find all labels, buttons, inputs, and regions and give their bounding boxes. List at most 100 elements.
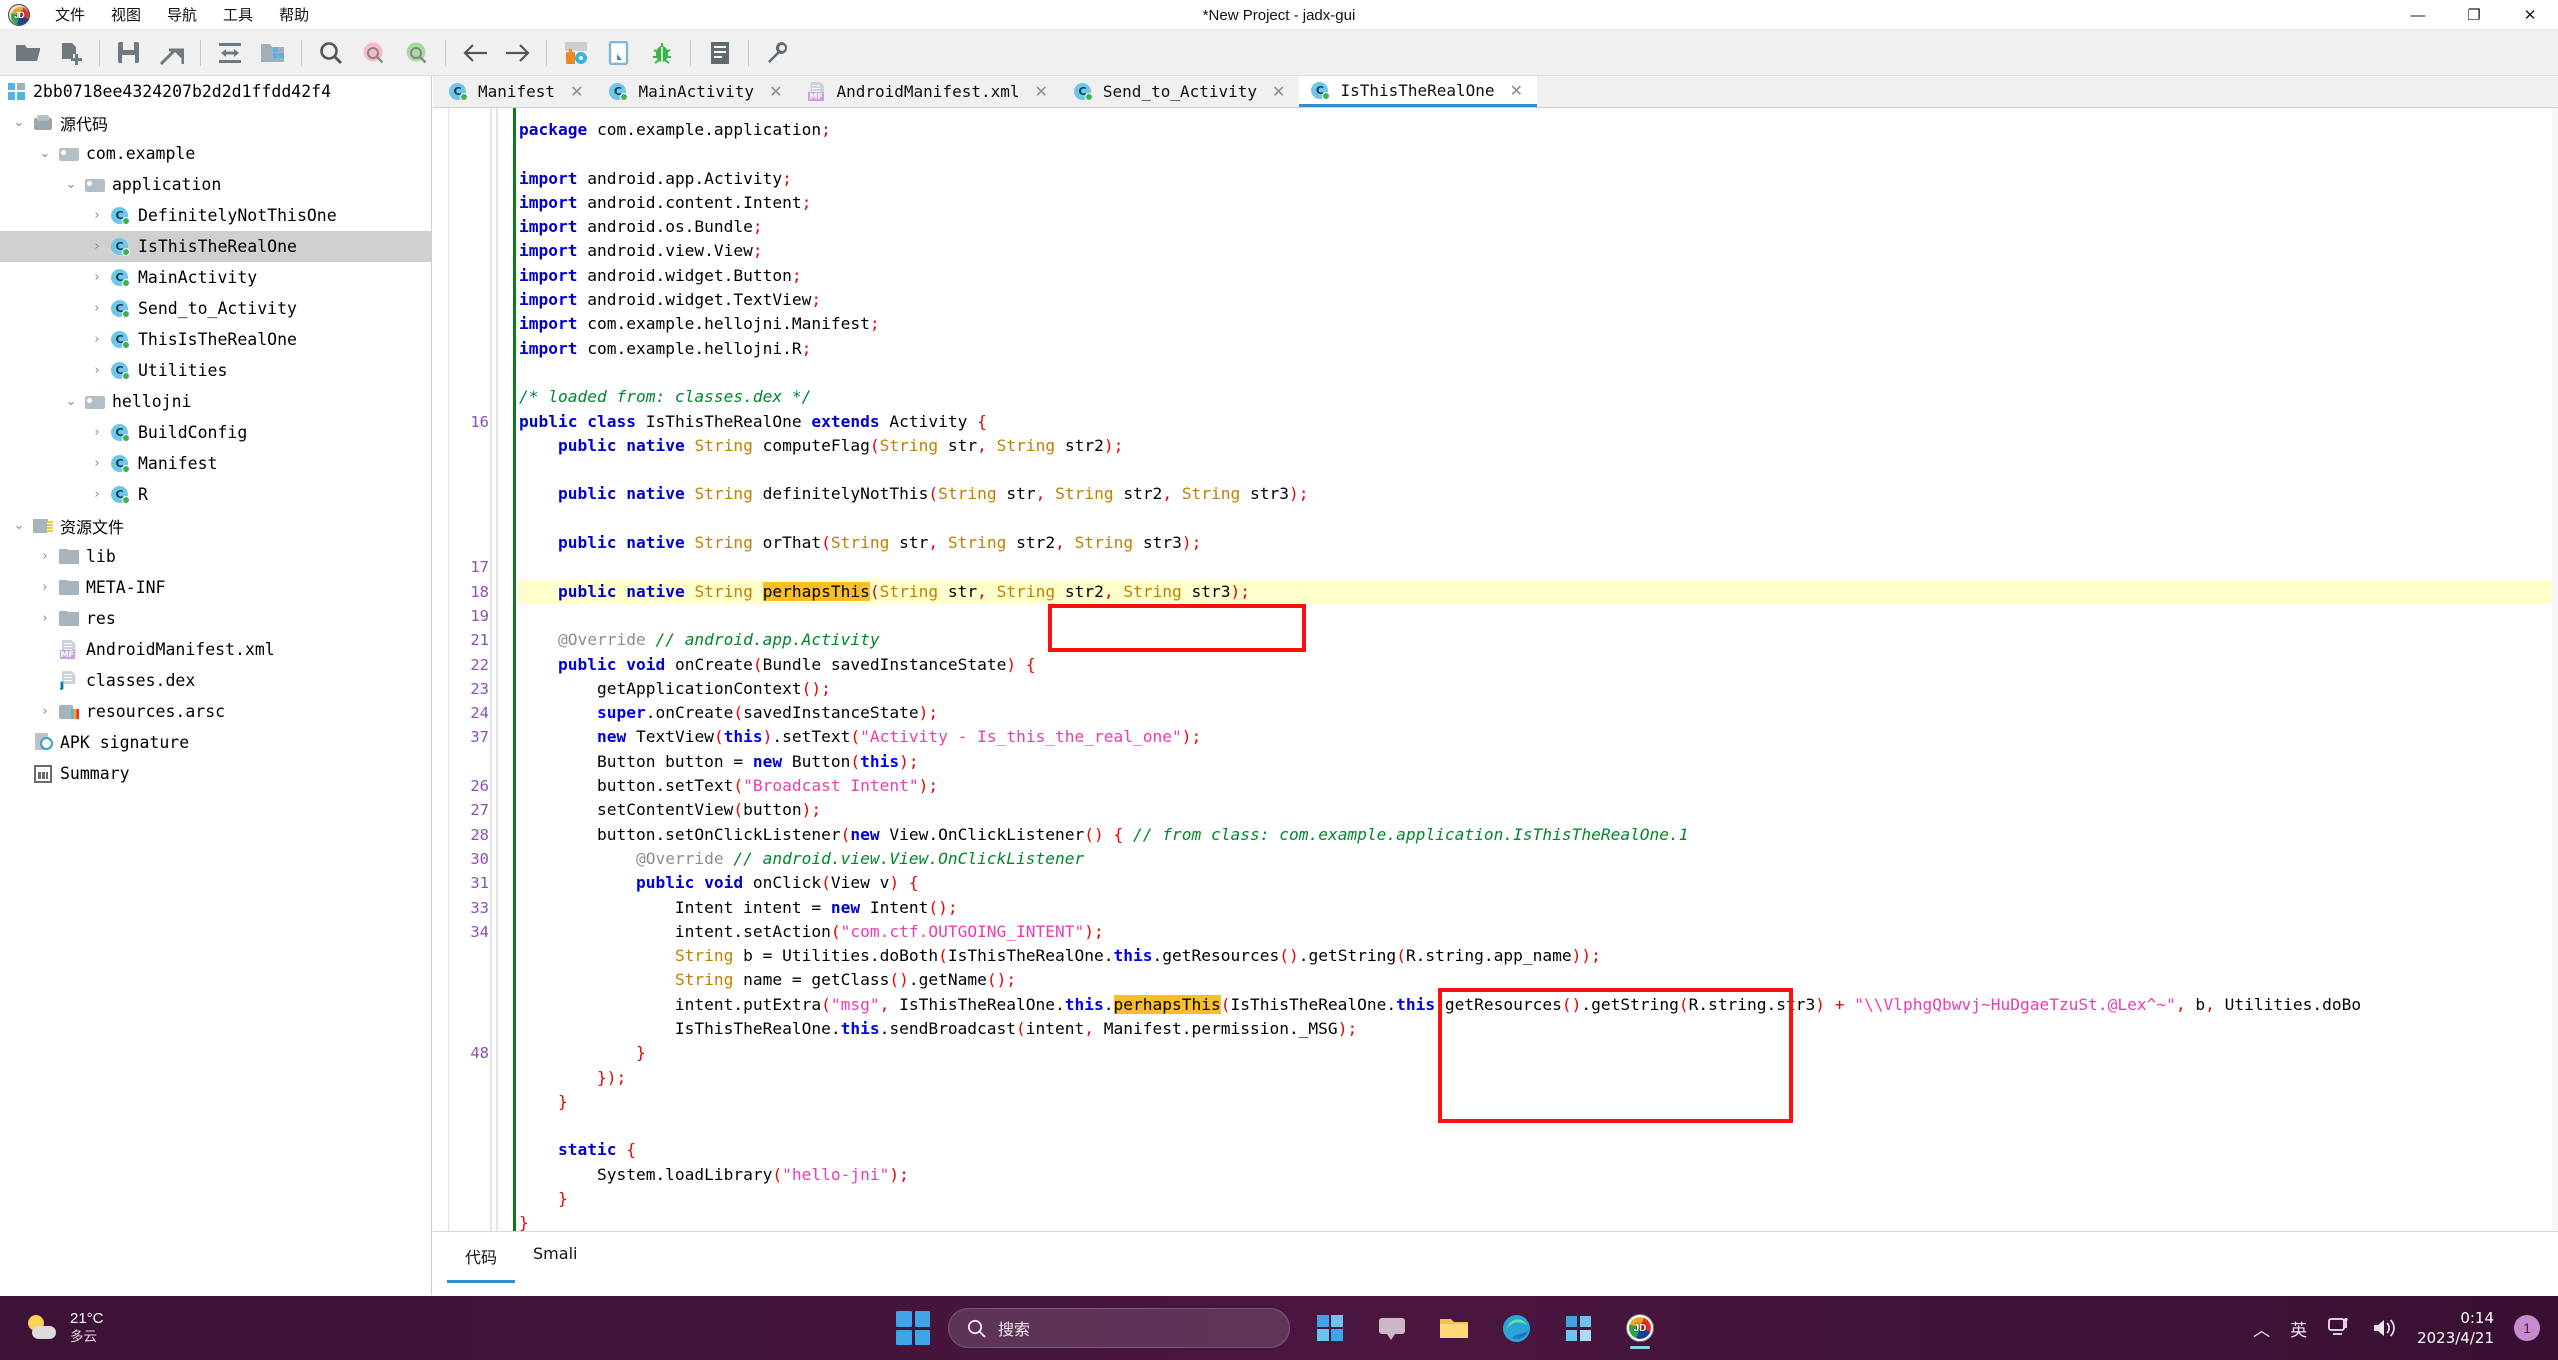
tree-item-resources-arsc[interactable]: › resources.arsc (0, 696, 431, 727)
chevron-down-icon[interactable]: ⌄ (34, 146, 56, 161)
chevron-down-icon[interactable]: ⌄ (60, 177, 82, 192)
windows-start-icon[interactable] (896, 1311, 930, 1345)
code-scroll-viewport[interactable]: package com.example.application; import … (519, 108, 2558, 1254)
taskbar-chat[interactable] (1370, 1306, 1414, 1350)
search-resources-green-icon[interactable] (399, 35, 434, 70)
taskbar-edge[interactable] (1494, 1306, 1538, 1350)
notification-badge[interactable]: 1 (2514, 1315, 2540, 1341)
chevron-right-icon[interactable]: › (86, 208, 108, 223)
tree-item-r[interactable]: › C R (0, 479, 431, 510)
chevron-right-icon[interactable]: › (34, 549, 56, 564)
menu-view[interactable]: 视图 (98, 1, 154, 28)
add-files-icon[interactable] (53, 35, 88, 70)
tree-item-mainactivity[interactable]: › C MainActivity (0, 262, 431, 293)
taskbar-clock[interactable]: 0:14 2023/4/21 (2417, 1308, 2494, 1348)
taskbar-jadx[interactable]: JD (1618, 1306, 1662, 1350)
chevron-right-icon[interactable]: › (86, 425, 108, 440)
tab-smali[interactable]: Smali (515, 1232, 595, 1275)
deobfuscation-icon[interactable] (558, 35, 593, 70)
open-folder-icon[interactable] (10, 35, 45, 70)
preferences-wrench-icon[interactable] (760, 35, 795, 70)
chevron-right-icon[interactable]: › (86, 363, 108, 378)
tree-item-com-example[interactable]: ⌄ com.example (0, 138, 431, 169)
tree-item-utilities[interactable]: › C Utilities (0, 355, 431, 386)
taskbar-widgets[interactable] (1308, 1306, 1352, 1350)
tree-item-hellojni[interactable]: ⌄ hellojni (0, 386, 431, 417)
chevron-right-icon[interactable]: › (34, 611, 56, 626)
taskbar-weather-widget[interactable]: 21°C 多云 (24, 1309, 104, 1347)
tree-item-application[interactable]: ⌄ application (0, 169, 431, 200)
chevron-right-icon[interactable]: › (86, 487, 108, 502)
tab-androidmanifest-xml[interactable]: MF AndroidManifest.xml ✕ (796, 76, 1062, 107)
chevron-right-icon[interactable]: › (86, 332, 108, 347)
taskbar-store[interactable] (1556, 1306, 1600, 1350)
sync-expand-icon[interactable] (212, 35, 247, 70)
chevron-up-icon[interactable]: ︿ (2253, 1316, 2270, 1341)
open-project-icon[interactable] (255, 35, 290, 70)
chevron-down-icon[interactable]: ⌄ (8, 115, 30, 130)
toolbar-divider (445, 39, 446, 66)
tab-manifest[interactable]: C Manifest ✕ (437, 76, 598, 107)
forward-arrow-icon[interactable] (500, 35, 535, 70)
code-editor[interactable]: 16 17 18 19 21 22 23 24 37 26 27 28 30 31 33 34 48 packa… (433, 108, 2558, 1254)
chevron-right-icon[interactable]: › (86, 456, 108, 471)
tab-send-to-activity[interactable]: C Send_to_Activity ✕ (1061, 76, 1300, 107)
chevron-down-icon[interactable]: ⌄ (60, 394, 82, 409)
tree-item-classes-dex[interactable]: Jclasses.dex (0, 665, 431, 696)
taskbar-search-box[interactable]: 搜索 (948, 1308, 1290, 1348)
debugger-bug-icon[interactable] (644, 35, 679, 70)
tree-item-androidmanifest-xml[interactable]: MF AndroidManifest.xml (0, 634, 431, 665)
close-icon[interactable]: ✕ (763, 82, 788, 101)
maximize-button[interactable]: ❐ (2446, 0, 2502, 30)
vertical-scrollbar[interactable] (2552, 108, 2558, 1236)
tree-item-summary[interactable]: Summary (0, 758, 431, 789)
logs-icon[interactable] (702, 35, 737, 70)
close-icon[interactable]: ✕ (564, 82, 589, 101)
chevron-down-icon[interactable]: ⌄ (8, 518, 30, 533)
search-icon[interactable] (313, 35, 348, 70)
project-tree-sidebar[interactable]: 2bb0718ee4324207b2d2d1ffdd42f4 ⌄ 源代码 ⌄ com.… (0, 76, 432, 1295)
search-decompiled-pink-icon[interactable] (356, 35, 391, 70)
menu-file[interactable]: 文件 (42, 1, 98, 28)
tree-item-definitelynotthisone[interactable]: › C DefinitelyNotThisOne (0, 200, 431, 231)
tab-label: Send_to_Activity (1102, 82, 1258, 101)
taskbar-file-explorer[interactable] (1432, 1306, 1476, 1350)
tree-item-meta-inf[interactable]: › META-INF (0, 572, 431, 603)
close-icon[interactable]: ✕ (1029, 82, 1054, 101)
save-icon[interactable] (111, 35, 146, 70)
tree-item-apk-signature[interactable]: APK signature (0, 727, 431, 758)
tree-item-res[interactable]: › res (0, 603, 431, 634)
close-icon[interactable]: ✕ (1266, 82, 1291, 101)
tab-mainactivity[interactable]: C MainActivity ✕ (597, 76, 797, 107)
minimize-button[interactable]: — (2390, 0, 2446, 30)
menu-navigation[interactable]: 导航 (154, 1, 210, 28)
menu-tools[interactable]: 工具 (210, 1, 266, 28)
chevron-right-icon[interactable]: › (34, 580, 56, 595)
tree-item--[interactable]: ⌄ 源代码 (0, 107, 431, 138)
volume-icon[interactable] (2371, 1317, 2397, 1339)
code-line: setContentView(button); (519, 800, 822, 820)
tree-item-isthistherealone[interactable]: › C IsThisTheRealOne (0, 231, 431, 262)
network-icon[interactable] (2327, 1317, 2351, 1339)
editor-tab-strip: C Manifest ✕ C MainActivity ✕ MF Android… (433, 76, 2558, 108)
chevron-right-icon[interactable]: › (86, 239, 108, 254)
close-button[interactable]: ✕ (2502, 0, 2558, 30)
tab-code[interactable]: 代码 (447, 1232, 516, 1283)
save-all-export-icon[interactable] (154, 35, 189, 70)
back-arrow-icon[interactable] (457, 35, 492, 70)
tree-item-send-to-activity[interactable]: › C Send_to_Activity (0, 293, 431, 324)
ime-indicator[interactable]: 英 (2290, 1316, 2307, 1341)
menu-help[interactable]: 帮助 (266, 1, 322, 28)
quark-icon[interactable] (601, 35, 636, 70)
chevron-right-icon[interactable]: › (86, 270, 108, 285)
chevron-right-icon[interactable]: › (86, 301, 108, 316)
tree-item-thisistherealone[interactable]: › C ThisIsTheRealOne (0, 324, 431, 355)
tree-item-manifest[interactable]: › C Manifest (0, 448, 431, 479)
tab-isthistherealone[interactable]: C IsThisTheRealOne ✕ (1299, 76, 1537, 107)
chevron-right-icon[interactable]: › (34, 704, 56, 719)
tree-item-lib[interactable]: › lib (0, 541, 431, 572)
tree-root-apk[interactable]: 2bb0718ee4324207b2d2d1ffdd42f4 (0, 76, 431, 107)
tree-item--[interactable]: ⌄ 资源文件 (0, 510, 431, 541)
tree-item-buildconfig[interactable]: › C BuildConfig (0, 417, 431, 448)
close-icon[interactable]: ✕ (1504, 81, 1529, 100)
